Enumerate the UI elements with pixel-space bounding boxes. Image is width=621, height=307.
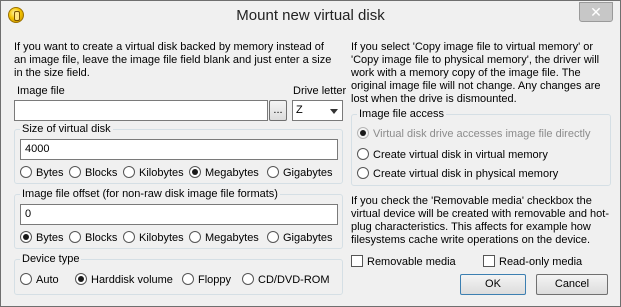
radio-icon	[20, 273, 32, 285]
size-unit-kilobytes[interactable]: Kilobytes	[123, 166, 184, 180]
browse-button[interactable]: ...	[269, 100, 287, 121]
copy-note-text: If you select 'Copy image file to virtua…	[351, 41, 601, 105]
image-access-label: Image file access	[357, 108, 446, 120]
chevron-down-icon	[330, 109, 338, 114]
cancel-button[interactable]: Cancel	[536, 274, 608, 295]
offset-input[interactable]: 0	[20, 204, 338, 225]
radio-icon	[182, 273, 194, 285]
device-type-auto[interactable]: Auto	[20, 273, 59, 287]
checkbox-icon	[351, 255, 363, 267]
size-unit-bytes[interactable]: Bytes	[20, 166, 64, 180]
window-title: Mount new virtual disk	[236, 7, 385, 24]
ok-button[interactable]: OK	[460, 274, 526, 295]
drive-letter-value: Z	[296, 104, 303, 116]
offset-unit-bytes[interactable]: Bytes	[20, 231, 64, 245]
offset-unit-gigabytes[interactable]: Gigabytes	[267, 231, 333, 245]
radio-icon	[123, 166, 135, 178]
device-type-harddisk[interactable]: Harddisk volume	[75, 273, 173, 287]
offset-unit-megabytes[interactable]: Megabytes	[189, 231, 259, 245]
image-file-label: Image file	[17, 85, 65, 97]
mount-dialog-window: Mount new virtual disk ✕ If you want to …	[0, 0, 621, 307]
access-virtual-memory-radio[interactable]: Create virtual disk in virtual memory	[357, 148, 548, 162]
size-group-label: Size of virtual disk	[20, 123, 113, 135]
radio-icon	[69, 231, 81, 243]
image-file-input[interactable]	[14, 100, 268, 121]
radio-icon	[267, 231, 279, 243]
radio-icon	[20, 166, 32, 178]
size-unit-gigabytes[interactable]: Gigabytes	[267, 166, 333, 180]
radio-icon	[267, 166, 279, 178]
device-type-label: Device type	[20, 253, 82, 265]
close-button[interactable]: ✕	[579, 2, 613, 22]
size-unit-megabytes[interactable]: Megabytes	[189, 166, 259, 180]
device-type-cdrom[interactable]: CD/DVD-ROM	[242, 273, 330, 287]
checkbox-icon	[483, 255, 495, 267]
radio-icon	[357, 127, 369, 139]
intro-text: If you want to create a virtual disk bac…	[14, 41, 332, 79]
radio-icon	[357, 148, 369, 160]
size-input[interactable]: 4000	[20, 139, 338, 160]
radio-icon	[69, 166, 81, 178]
device-type-floppy[interactable]: Floppy	[182, 273, 231, 287]
drive-letter-label: Drive letter	[293, 85, 347, 97]
size-unit-blocks[interactable]: Blocks	[69, 166, 117, 180]
radio-icon	[242, 273, 254, 285]
read-only-media-checkbox[interactable]: Read-only media	[483, 255, 582, 269]
removable-note-text: If you check the 'Removable media' check…	[351, 195, 610, 246]
title-bar[interactable]: Mount new virtual disk ✕	[1, 1, 620, 31]
drive-letter-select[interactable]: Z	[292, 100, 343, 121]
offset-group-label: Image file offset (for non-raw disk imag…	[20, 188, 280, 200]
radio-icon	[123, 231, 135, 243]
radio-icon	[75, 273, 87, 285]
radio-icon	[189, 231, 201, 243]
radio-icon	[189, 166, 201, 178]
close-icon: ✕	[590, 4, 602, 20]
access-direct-radio[interactable]: Virtual disk drive accesses image file d…	[357, 127, 590, 141]
removable-media-checkbox[interactable]: Removable media	[351, 255, 456, 269]
radio-icon	[20, 231, 32, 243]
radio-icon	[357, 167, 369, 179]
offset-unit-blocks[interactable]: Blocks	[69, 231, 117, 245]
offset-unit-kilobytes[interactable]: Kilobytes	[123, 231, 184, 245]
access-physical-memory-radio[interactable]: Create virtual disk in physical memory	[357, 167, 558, 181]
